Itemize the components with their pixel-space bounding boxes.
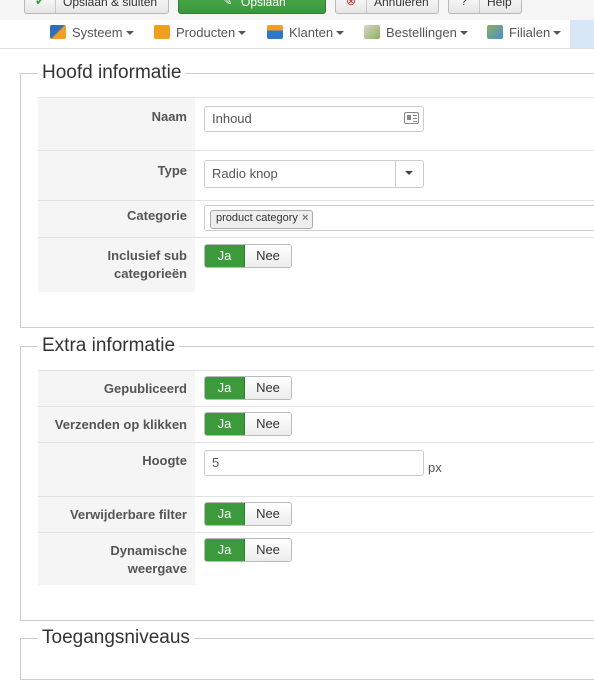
close-icon[interactable]: ×: [302, 212, 308, 224]
published-label: Gepubliceerd: [38, 371, 195, 407]
chevron-down-icon: [336, 31, 345, 35]
menu-label: Bestellingen: [386, 25, 457, 40]
dynamic-display-yes[interactable]: Ja: [205, 539, 245, 561]
edit-icon: ✎: [223, 0, 233, 8]
chevron-down-icon: [238, 31, 247, 35]
chevron-down-icon: [125, 31, 134, 35]
menu-item-systeem[interactable]: Systeem: [50, 25, 134, 40]
submit-on-click-row: Verzenden op klikken Ja Nee: [38, 406, 594, 443]
menu-item-filialen[interactable]: Filialen: [487, 25, 562, 40]
check-icon: ✔: [25, 0, 56, 13]
include-sub-label: Inclusief sub categorieën: [38, 238, 195, 292]
main-info-fieldset: Hoofd informatie Naam Inhoud Type Radio …: [20, 61, 594, 328]
height-row: Hoogte 5 px: [38, 442, 594, 497]
dynamic-display-label: Dynamische weergave: [38, 533, 195, 585]
height-field[interactable]: 5: [204, 450, 424, 476]
stores-icon: [487, 25, 503, 39]
removable-filter-no[interactable]: Nee: [245, 503, 291, 525]
menu-label: Producten: [176, 25, 236, 40]
contact-card-icon: [404, 112, 419, 124]
include-sub-row: Inclusief sub categorieën Ja Nee: [38, 237, 594, 292]
category-row: Categorie product category ×: [38, 200, 594, 238]
type-label: Type: [38, 151, 195, 201]
chevron-down-icon: [459, 31, 468, 35]
main-info-legend: Hoofd informatie: [38, 61, 186, 85]
removable-filter-toggle: Ja Nee: [204, 502, 292, 526]
type-select[interactable]: Radio knop: [204, 160, 424, 188]
menu-item-producten[interactable]: Producten: [154, 25, 247, 40]
menu-label: Systeem: [72, 25, 123, 40]
cancel-label: Annuleren: [374, 0, 429, 9]
published-row: Gepubliceerd Ja Nee: [38, 370, 594, 407]
published-toggle: Ja Nee: [204, 376, 292, 400]
category-field[interactable]: product category ×: [204, 205, 594, 231]
removable-filter-yes[interactable]: Ja: [205, 503, 245, 525]
name-label: Naam: [38, 98, 195, 151]
include-sub-no[interactable]: Nee: [245, 245, 291, 267]
category-tag-label: product category: [216, 212, 298, 224]
cancel-icon: ⊗: [336, 0, 367, 13]
dynamic-display-no[interactable]: Nee: [245, 539, 291, 561]
menu-label: Klanten: [289, 25, 334, 40]
menu-item-more[interactable]: [570, 20, 594, 48]
removable-filter-label: Verwijderbare filter: [38, 497, 195, 533]
access-levels-legend: Toegangsniveaus: [38, 626, 194, 650]
orders-icon: [364, 25, 380, 39]
type-value: Radio knop: [212, 166, 278, 181]
access-levels-fieldset: Toegangsniveaus: [20, 626, 594, 680]
menu-item-bestellingen[interactable]: Bestellingen: [364, 25, 468, 40]
help-button[interactable]: ? Help: [448, 0, 522, 14]
dynamic-display-toggle: Ja Nee: [204, 538, 292, 562]
type-row: Type Radio knop: [38, 150, 594, 201]
extra-info-legend: Extra informatie: [38, 334, 180, 358]
category-tag: product category ×: [210, 210, 314, 229]
include-sub-yes[interactable]: Ja: [205, 245, 245, 267]
height-value: 5: [212, 455, 220, 470]
chevron-down-icon: [395, 161, 423, 187]
menu-label: Filialen: [509, 25, 551, 40]
category-label: Categorie: [38, 201, 195, 238]
published-no[interactable]: Nee: [245, 377, 291, 399]
tools-icon: [50, 25, 66, 39]
chevron-down-icon: [553, 31, 562, 35]
include-sub-toggle: Ja Nee: [204, 244, 292, 268]
cancel-button[interactable]: ⊗ Annuleren: [335, 0, 439, 14]
name-value: Inhoud: [212, 111, 252, 126]
submit-on-click-yes[interactable]: Ja: [205, 413, 245, 435]
save-label: Opslaan: [241, 0, 286, 9]
help-icon: ?: [449, 0, 480, 13]
extra-info-fieldset: Extra informatie Gepubliceerd Ja Nee Ver…: [20, 334, 594, 621]
submit-on-click-toggle: Ja Nee: [204, 412, 292, 436]
submit-on-click-no[interactable]: Nee: [245, 413, 291, 435]
save-button[interactable]: ✎ Opslaan: [178, 0, 326, 14]
submit-on-click-label: Verzenden op klikken: [38, 407, 195, 443]
save-and-close-button[interactable]: ✔ Opslaan & sluiten: [24, 0, 169, 14]
menu-item-klanten[interactable]: Klanten: [267, 25, 345, 40]
height-unit: px: [428, 460, 442, 475]
dynamic-display-row: Dynamische weergave Ja Nee: [38, 532, 594, 585]
height-label: Hoogte: [38, 443, 195, 497]
help-label: Help: [487, 0, 512, 9]
users-icon: [267, 25, 283, 39]
name-row: Naam Inhoud: [38, 97, 594, 151]
removable-filter-row: Verwijderbare filter Ja Nee: [38, 496, 594, 533]
box-icon: [154, 25, 170, 39]
published-yes[interactable]: Ja: [205, 377, 245, 399]
save-and-close-label: Opslaan & sluiten: [63, 0, 158, 9]
name-field[interactable]: Inhoud: [204, 106, 424, 132]
main-menu: Systeem Producten Klanten Bestellingen F…: [0, 20, 594, 49]
